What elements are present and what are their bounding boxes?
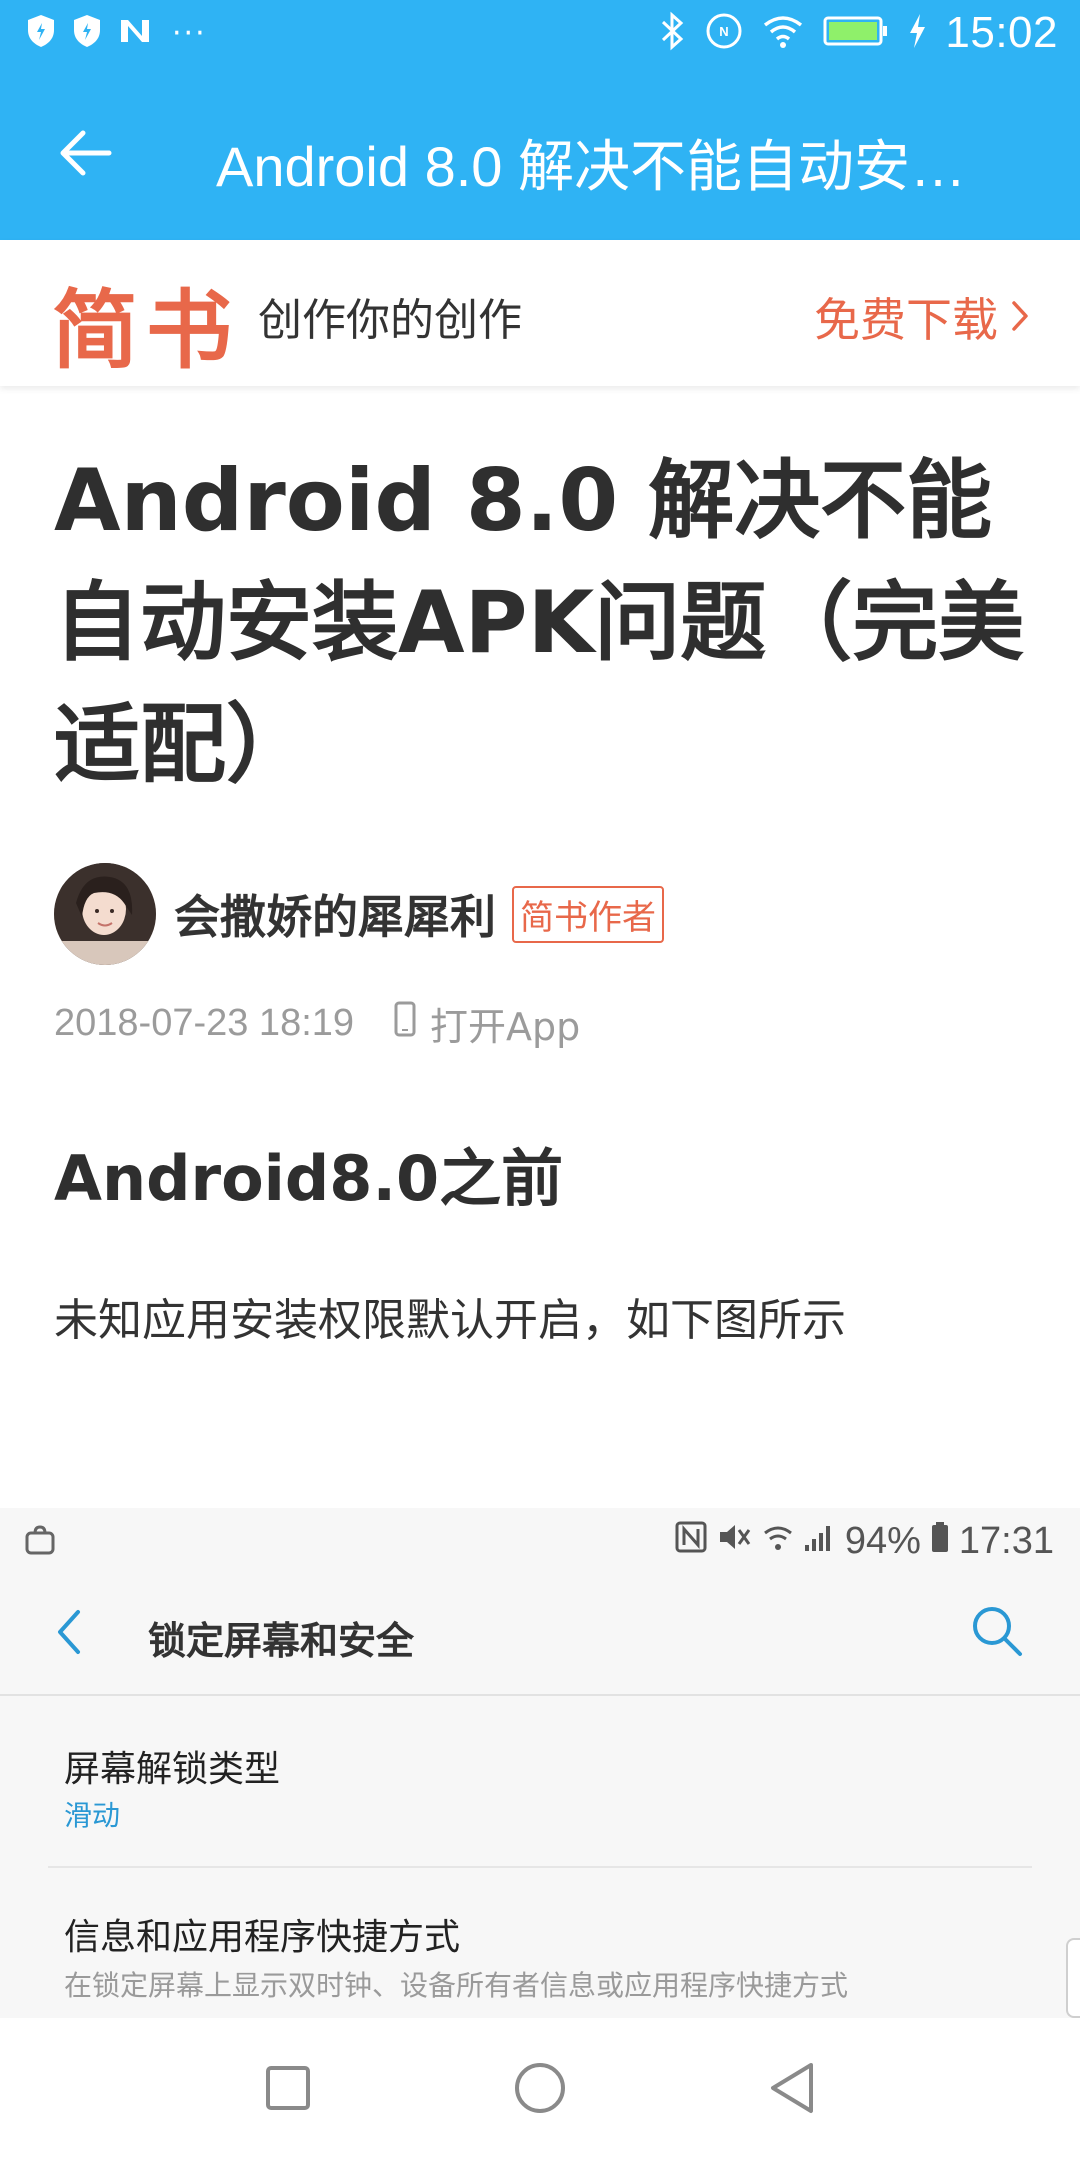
divider	[0, 1694, 1080, 1696]
shield-icon	[72, 14, 102, 52]
article-paragraph: 未知应用安装权限默认开启，如下图所示	[54, 1295, 846, 1346]
overflow-dots: ···	[172, 15, 207, 51]
publish-date: 2018-07-23 18:19	[54, 1002, 355, 1044]
back-button[interactable]	[50, 120, 120, 190]
screenshot-header: 锁定屏幕和安全	[0, 1574, 1080, 1694]
signal-icon	[803, 1520, 835, 1563]
search-icon	[970, 1604, 1024, 1662]
arrow-left-icon	[57, 129, 113, 181]
screenshot-time: 17:31	[958, 1520, 1054, 1562]
nfc-icon: N	[705, 12, 743, 54]
scroll-handle	[1066, 1938, 1080, 2018]
open-app-label: 打开App	[430, 1005, 581, 1049]
recents-square-icon	[264, 2064, 312, 2116]
chevron-left-icon	[54, 1608, 84, 1660]
svg-text:N: N	[720, 24, 729, 39]
embedded-screenshot: 94% 17:31 锁定屏幕和安全 屏幕解锁类型 滑动 信息和应用程序快捷方式 …	[0, 1508, 1080, 2018]
mute-icon	[717, 1520, 753, 1563]
avatar[interactable]	[54, 863, 156, 965]
screenshot-item-subtitle: 滑动	[64, 1799, 121, 1832]
article-meta: 2018-07-23 18:19 打开App	[54, 996, 580, 1051]
battery-icon	[931, 1520, 949, 1563]
author-row: 会撒娇的犀犀利 简书作者	[54, 862, 664, 966]
status-bar-left: ···	[26, 14, 207, 52]
free-download-link[interactable]: 免费下载	[814, 284, 1030, 350]
author-badge: 简书作者	[512, 885, 664, 943]
screenshot-status-bar: 94% 17:31	[0, 1508, 1080, 1574]
home-circle-icon	[513, 2061, 567, 2119]
phone-icon	[394, 1001, 416, 1046]
battery-icon	[823, 14, 889, 52]
screenshot-item-title: 信息和应用程序快捷方式	[64, 1917, 461, 1958]
screenshot-item-title: 屏幕解锁类型	[64, 1749, 281, 1790]
status-bar-right: N 15:02	[659, 8, 1058, 58]
author-name[interactable]: 会撒娇的犀犀利	[174, 881, 496, 947]
bluetooth-icon	[659, 11, 687, 55]
home-button[interactable]	[508, 2058, 572, 2122]
article-title: Android 8.0 解决不能自动安装APK问题（完美适配）	[54, 451, 1025, 795]
navigation-bar	[0, 2018, 1080, 2160]
nfc-icon	[675, 1520, 707, 1563]
back-nav-button[interactable]	[760, 2058, 824, 2122]
divider	[48, 1866, 1032, 1868]
chevron-right-icon	[1010, 290, 1030, 344]
screenshot-item-subtitle: 在锁定屏幕上显示双时钟、设备所有者信息或应用程序快捷方式	[64, 1969, 849, 2002]
status-bar: ··· N 15:02	[0, 0, 1080, 72]
shield-icon	[26, 14, 56, 52]
screenshot-battery-percent: 94%	[844, 1520, 921, 1562]
download-label: 免费下载	[814, 293, 998, 347]
banner-slogan: 创作你的创作	[258, 295, 522, 346]
n-logo-icon	[118, 16, 152, 50]
app-bar: Android 8.0 解决不能自动安…	[0, 72, 1080, 240]
status-time: 15:02	[945, 8, 1058, 57]
recents-button[interactable]	[256, 2058, 320, 2122]
section-heading: Android8.0之前	[54, 1142, 564, 1215]
page-title: Android 8.0 解决不能自动安…	[216, 135, 966, 198]
app-promo-banner: 简书 创作你的创作 免费下载	[0, 240, 1080, 386]
screenshot-status-right: 94% 17:31	[675, 1520, 1054, 1563]
jianshu-logo: 简书	[52, 280, 240, 381]
wifi-icon	[761, 13, 805, 53]
back-triangle-icon	[767, 2061, 817, 2119]
screenshot-title: 锁定屏幕和安全	[148, 1619, 415, 1663]
wifi-icon	[763, 1520, 793, 1563]
charging-bolt-icon	[907, 13, 927, 53]
bag-icon	[24, 1524, 56, 1560]
open-app-link[interactable]: 打开App	[394, 996, 580, 1051]
